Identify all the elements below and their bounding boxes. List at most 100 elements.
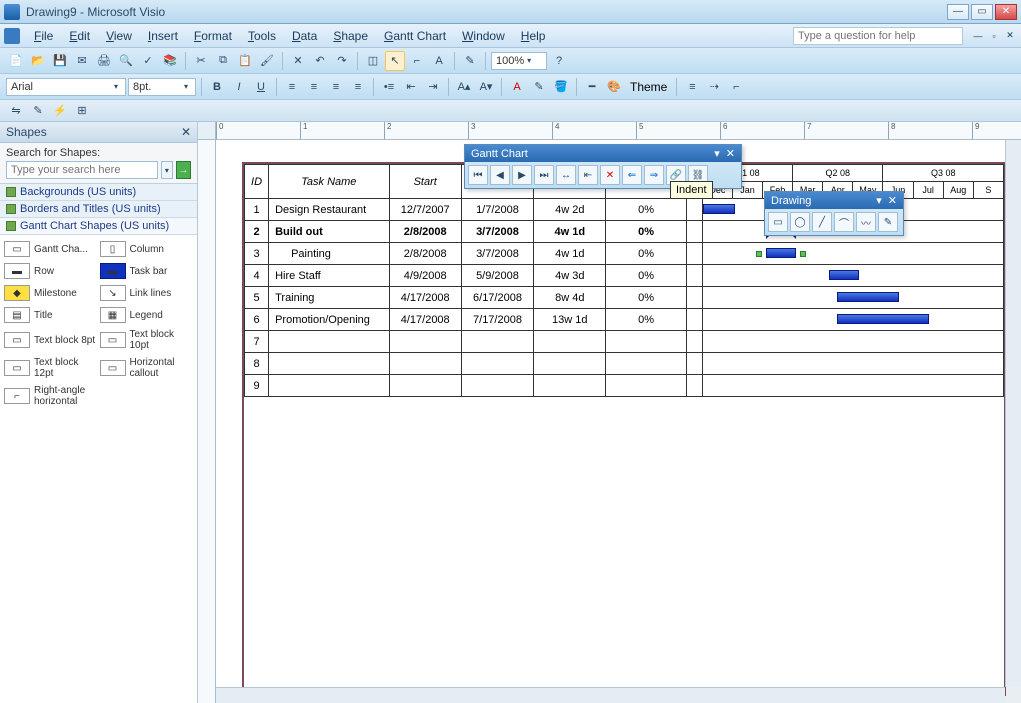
- connector-tool-button[interactable]: ⌐: [407, 51, 427, 71]
- gantt-finish-cell[interactable]: 6/17/2008: [461, 287, 533, 309]
- gantt-finish-cell[interactable]: [461, 353, 533, 375]
- research-button[interactable]: 📚: [160, 51, 180, 71]
- line-tool-button[interactable]: ╱: [812, 212, 832, 232]
- help-button[interactable]: ?: [549, 51, 569, 71]
- shape-item[interactable]: ▤Title: [4, 307, 98, 323]
- theme-label[interactable]: Theme: [626, 80, 671, 94]
- gantt-task-cell[interactable]: Painting: [269, 243, 389, 265]
- align-center-button[interactable]: ≡: [304, 77, 324, 97]
- doc-restore-button[interactable]: ▫: [987, 29, 1001, 43]
- gantt-task-cell[interactable]: Build out: [269, 221, 389, 243]
- gantt-finish-cell[interactable]: 1/7/2008: [461, 199, 533, 221]
- gantt-task-cell[interactable]: Training: [269, 287, 389, 309]
- gantt-toolbar-dropdown-icon[interactable]: ▾: [714, 147, 720, 160]
- spelling-button[interactable]: ✓: [138, 51, 158, 71]
- line-color-button[interactable]: ✎: [529, 77, 549, 97]
- pointer-tool-button[interactable]: ↖: [385, 51, 405, 71]
- doc-minimize-button[interactable]: —: [971, 29, 985, 43]
- gantt-duration-cell[interactable]: 4w 1d: [534, 243, 606, 265]
- menu-shape[interactable]: Shape: [325, 27, 376, 45]
- shapes-search-input[interactable]: [6, 161, 158, 179]
- font-size-down-button[interactable]: A▾: [476, 77, 496, 97]
- gantt-start-cell[interactable]: [389, 375, 461, 397]
- gantt-timeline-cell[interactable]: [702, 375, 1003, 397]
- line-weight-button[interactable]: ━: [582, 77, 602, 97]
- drawing-page[interactable]: IDTask NameStartFinishDuration% Complete…: [244, 164, 1004, 694]
- maximize-button[interactable]: ▭: [971, 4, 993, 20]
- shape-item[interactable]: ⌐Right-angle horizontal: [4, 385, 98, 407]
- shape-item[interactable]: ▬Row: [4, 263, 98, 279]
- gantt-complete-cell[interactable]: 0%: [606, 265, 686, 287]
- gantt-row[interactable]: 5Training4/17/20086/17/20088w 4d0%: [245, 287, 1004, 309]
- gantt-row[interactable]: 7: [245, 331, 1004, 353]
- line-ends-button[interactable]: ⇢: [704, 77, 724, 97]
- gantt-delete-task-button[interactable]: ✕: [600, 165, 620, 185]
- gantt-timeline-cell[interactable]: [702, 265, 1003, 287]
- gantt-task-cell[interactable]: Promotion/Opening: [269, 309, 389, 331]
- cut-button[interactable]: ✂: [191, 51, 211, 71]
- redo-button[interactable]: ↷: [332, 51, 352, 71]
- decrease-indent-button[interactable]: ⇤: [401, 77, 421, 97]
- shapes-pane-close-icon[interactable]: ✕: [181, 125, 191, 139]
- link-handle-icon[interactable]: [756, 251, 762, 257]
- font-combo[interactable]: Arial▾: [6, 78, 126, 96]
- text-tool-button[interactable]: A: [429, 51, 449, 71]
- line-pattern-button[interactable]: ≡: [682, 77, 702, 97]
- shape-item[interactable]: ↘Link lines: [100, 285, 194, 301]
- shape-item[interactable]: ▭Horizontal callout: [100, 357, 194, 379]
- gantt-bar[interactable]: [766, 248, 796, 258]
- gantt-row[interactable]: 9: [245, 375, 1004, 397]
- menu-data[interactable]: Data: [284, 27, 325, 45]
- gantt-row[interactable]: 4Hire Staff4/9/20085/9/20084w 3d0%: [245, 265, 1004, 287]
- menu-window[interactable]: Window: [454, 27, 513, 45]
- gantt-complete-cell[interactable]: 0%: [606, 309, 686, 331]
- gantt-timeline-cell[interactable]: [702, 331, 1003, 353]
- font-color-button[interactable]: A: [507, 77, 527, 97]
- gantt-task-cell[interactable]: [269, 375, 389, 397]
- shapes-search-go-button[interactable]: →: [176, 161, 191, 179]
- mail-button[interactable]: ✉: [72, 51, 92, 71]
- gantt-start-cell[interactable]: [389, 331, 461, 353]
- shape-item[interactable]: ▭Gantt Cha...: [4, 241, 98, 257]
- font-size-up-button[interactable]: A▴: [454, 77, 474, 97]
- font-size-combo[interactable]: 8pt.▾: [128, 78, 196, 96]
- gantt-bar[interactable]: [837, 292, 899, 302]
- increase-indent-button[interactable]: ⇥: [423, 77, 443, 97]
- gantt-start-cell[interactable]: 12/7/2007: [389, 199, 461, 221]
- doc-close-button[interactable]: ✕: [1003, 29, 1017, 43]
- gantt-start-cell[interactable]: 4/17/2008: [389, 309, 461, 331]
- shape-item[interactable]: ▯Column: [100, 241, 194, 257]
- menu-view[interactable]: View: [98, 27, 140, 45]
- autoconnect-button[interactable]: ⚡: [50, 101, 70, 121]
- gantt-start-cell[interactable]: 2/8/2008: [389, 243, 461, 265]
- arc-tool-button[interactable]: ⌒: [834, 212, 854, 232]
- freeform-tool-button[interactable]: 〰: [856, 212, 876, 232]
- gantt-indent-button[interactable]: ⇐: [622, 165, 642, 185]
- gantt-next-button[interactable]: ▶: [512, 165, 532, 185]
- bullets-button[interactable]: •≡: [379, 77, 399, 97]
- gantt-outdent-button[interactable]: ⇤: [578, 165, 598, 185]
- gantt-timeline-cell[interactable]: [702, 287, 1003, 309]
- italic-button[interactable]: I: [229, 77, 249, 97]
- delete-button[interactable]: ✕: [288, 51, 308, 71]
- menu-format[interactable]: Format: [186, 27, 240, 45]
- gantt-prev-button[interactable]: ◀: [490, 165, 510, 185]
- gantt-finish-cell[interactable]: 3/7/2008: [461, 243, 533, 265]
- drawing-canvas[interactable]: IDTask NameStartFinishDuration% Complete…: [216, 140, 1005, 687]
- gantt-start-cell[interactable]: [389, 353, 461, 375]
- shape-item[interactable]: ◆Milestone: [4, 285, 98, 301]
- gantt-complete-cell[interactable]: [606, 353, 686, 375]
- drawing-tools-button[interactable]: ✎: [460, 51, 480, 71]
- gantt-duration-cell[interactable]: 8w 4d: [534, 287, 606, 309]
- snap-button[interactable]: ⊞: [72, 101, 92, 121]
- gantt-start-cell[interactable]: 4/17/2008: [389, 287, 461, 309]
- zoom-combo[interactable]: 100%▾: [491, 52, 547, 70]
- gantt-timeline-cell[interactable]: [702, 353, 1003, 375]
- align-justify-button[interactable]: ≡: [348, 77, 368, 97]
- theme-icon[interactable]: 🎨: [604, 77, 624, 97]
- align-right-button[interactable]: ≡: [326, 77, 346, 97]
- gantt-finish-cell[interactable]: [461, 331, 533, 353]
- gantt-timeline-cell[interactable]: [702, 243, 1003, 265]
- gantt-duration-cell[interactable]: 4w 2d: [534, 199, 606, 221]
- align-left-button[interactable]: ≡: [282, 77, 302, 97]
